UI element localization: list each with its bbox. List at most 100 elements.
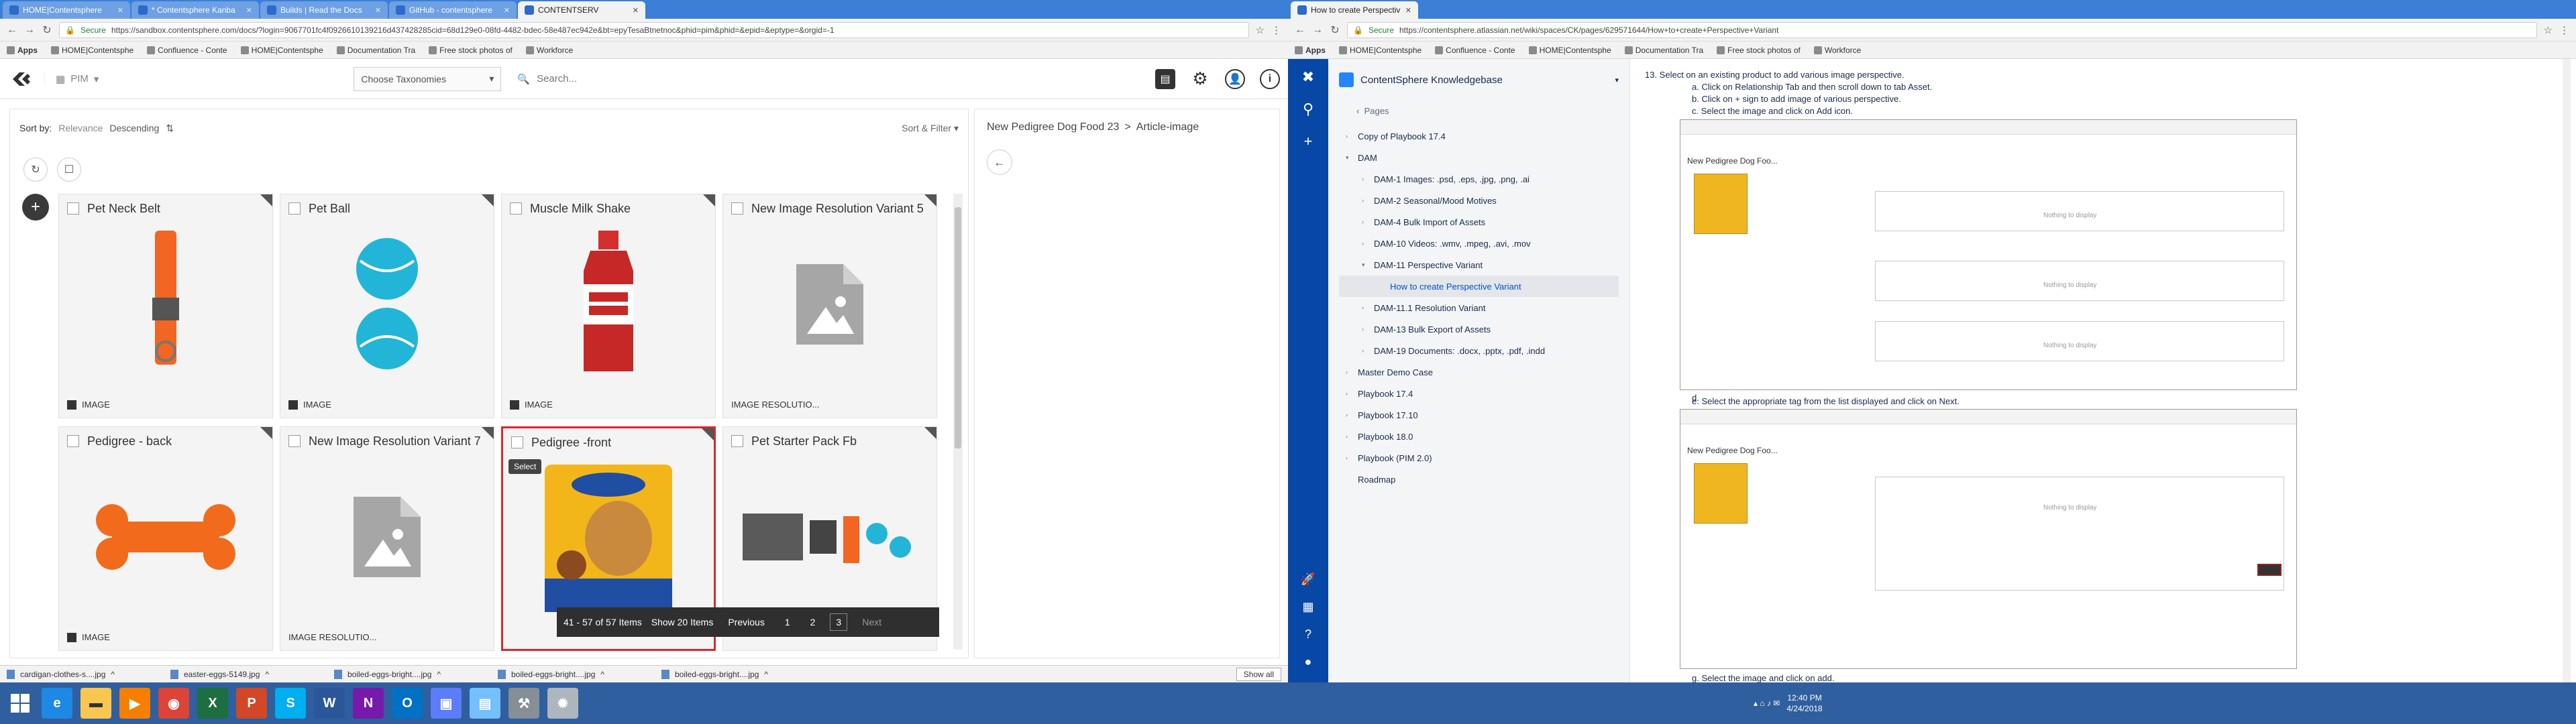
bookmark-item[interactable]: Documentation Tra [1624,46,1703,55]
asset-card[interactable]: Pedigree - back IMAGE [58,426,273,651]
bookmark-item[interactable]: HOME|Contentsphe [1339,46,1421,55]
select-all-icon[interactable]: ☐ [57,158,81,182]
chevron-up-icon[interactable]: ^ [265,670,269,679]
bookmark-star-icon[interactable]: ☆ [2544,24,2553,36]
confluence-logo-icon[interactable]: ✖ [1302,68,1314,86]
tree-item[interactable]: › Playbook 18.0 [1339,426,1619,447]
refresh-icon[interactable]: ↻ [23,158,48,182]
media-player-icon[interactable]: ▶ [119,688,150,719]
excel-icon[interactable]: X [197,688,228,719]
create-icon[interactable]: + [1304,133,1313,150]
asset-card[interactable]: New Image Resolution Variant 7 IMAGE RES… [280,426,494,651]
chevron-up-icon[interactable]: ^ [600,670,604,679]
contentserv-logo-icon[interactable] [8,66,35,93]
caret-right-icon[interactable]: › [1362,240,1368,247]
forward-arrow-icon[interactable]: → [1312,24,1323,36]
tab-home[interactable]: HOME|Contentsphere ✕ [3,1,130,19]
user-avatar-icon[interactable]: ● [1305,655,1312,669]
bookmark-item[interactable]: Apps [1295,46,1326,55]
tree-item[interactable]: How to create Perspective Variant [1339,276,1619,297]
download-item[interactable]: cardigan-clothes-s....jpg ^ [7,669,161,679]
reload-icon[interactable]: ↻ [1330,23,1340,37]
page-1-button[interactable]: 1 [780,614,796,630]
asset-card[interactable]: Pet Neck Belt IMAGE [58,194,273,418]
pim-selector[interactable]: ▦ PIM ▾ [44,72,109,85]
tab-contentserv[interactable]: CONTENTSERV ✕ [518,1,645,19]
card-checkbox[interactable] [67,202,79,215]
caret-down-icon[interactable]: ▾ [1346,154,1352,162]
app-icon[interactable]: ▣ [431,688,462,719]
powerpoint-icon[interactable]: P [236,688,267,719]
bookmark-item[interactable]: Confluence - Conte [147,46,227,55]
tab-github[interactable]: GitHub - contentsphere ✕ [389,1,517,19]
tree-item[interactable]: › DAM-4 Bulk Import of Assets [1339,211,1619,233]
page-scrollbar[interactable] [2563,59,2571,682]
tools-icon[interactable]: ⚒ [508,688,539,719]
menu-icon[interactable]: ⋮ [2559,24,2569,36]
caret-down-icon[interactable]: ▾ [1362,261,1368,269]
next-button[interactable]: Next [857,614,887,630]
tree-item[interactable]: › Playbook (PIM 2.0) [1339,447,1619,469]
previous-button[interactable]: Previous [722,614,769,630]
bookmark-item[interactable]: HOME|Contentsphe [240,46,323,55]
asset-card[interactable]: Pet Ball IMAGE [280,194,494,418]
chrome-icon[interactable]: ◉ [158,688,189,719]
download-item[interactable]: boiled-eggs-bright....jpg ^ [334,669,488,679]
forward-arrow-icon[interactable]: → [24,24,35,36]
tab-builds[interactable]: Builds | Read the Docs ✕ [260,1,388,19]
close-tab-icon[interactable]: ✕ [1405,6,1411,15]
caret-right-icon[interactable]: › [1346,412,1352,418]
asset-card[interactable]: Muscle Milk Shake IMAGE [501,194,716,418]
sort-icon[interactable]: ⇅ [166,123,174,134]
rocket-icon[interactable]: 🚀 [1301,572,1316,587]
windows-start-icon[interactable] [7,690,34,717]
menu-icon[interactable]: ⋮ [1271,24,1281,36]
close-tab-icon[interactable]: ✕ [504,6,510,15]
bookmark-star-icon[interactable]: ☆ [1256,24,1265,36]
card-checkbox[interactable] [288,202,301,215]
bookmark-item[interactable]: Workforce [525,46,573,55]
basket-icon[interactable]: ▤ [1155,68,1175,89]
url-field[interactable]: 🔒 Secure https://contentsphere.atlassian… [1347,21,2537,38]
user-icon[interactable]: 👤 [1225,68,1245,89]
sort-direction[interactable]: Descending [109,123,159,133]
card-checkbox[interactable] [731,435,743,447]
bookmark-item[interactable]: Apps [7,46,38,55]
search-input[interactable]: 🔍 Search... [511,67,1061,91]
download-item[interactable]: boiled-eggs-bright....jpg ^ [661,669,816,679]
breadcrumb-item[interactable]: New Pedigree Dog Food 23 [987,121,1119,133]
chevron-up-icon[interactable]: ^ [111,670,115,679]
caret-right-icon[interactable]: › [1362,347,1368,354]
folder-icon[interactable]: ▬ [80,688,111,719]
chevron-up-icon[interactable]: ^ [764,670,768,679]
tree-item[interactable]: ▾ DAM [1339,147,1619,168]
settings-icon[interactable]: ✹ [547,688,578,719]
info-icon[interactable]: i [1260,68,1280,89]
ie-icon[interactable]: e [42,688,72,719]
close-tab-icon[interactable]: ✕ [375,6,381,15]
tree-item[interactable]: › Playbook 17.4 [1339,383,1619,404]
search-icon[interactable]: ⚲ [1303,101,1313,118]
tree-item[interactable]: Roadmap [1339,469,1619,490]
tree-item[interactable]: › Playbook 17.10 [1339,404,1619,426]
caret-right-icon[interactable]: › [1362,176,1368,182]
caret-right-icon[interactable]: › [1362,326,1368,333]
caret-right-icon[interactable]: › [1362,197,1368,204]
caret-right-icon[interactable]: › [1346,369,1352,375]
apps-grid-icon[interactable]: ▦ [1302,600,1313,614]
tree-item[interactable]: › DAM-13 Bulk Export of Assets [1339,318,1619,340]
page-size-button[interactable]: Show 20 Items [651,617,714,627]
back-arrow-icon[interactable]: ← [7,24,17,36]
space-header[interactable]: ContentSphere Knowledgebase ▾ [1339,72,1619,87]
chevron-up-icon[interactable]: ^ [437,670,441,679]
tree-item[interactable]: › Master Demo Case [1339,361,1619,383]
download-item[interactable]: easter-eggs-5149.jpg ^ [170,669,325,679]
card-checkbox[interactable] [511,436,523,448]
card-checkbox[interactable] [731,202,743,215]
add-button[interactable]: + [22,194,49,221]
word-icon[interactable]: W [314,688,345,719]
clock[interactable]: 12:40 PM 4/24/2018 [1786,692,1822,714]
tray-icons[interactable]: ▴ ⌂ ♪ ✉ [1754,699,1780,708]
reload-icon[interactable]: ↻ [42,23,52,37]
tree-item[interactable]: › DAM-19 Documents: .docx, .pptx, .pdf, .… [1339,340,1619,361]
